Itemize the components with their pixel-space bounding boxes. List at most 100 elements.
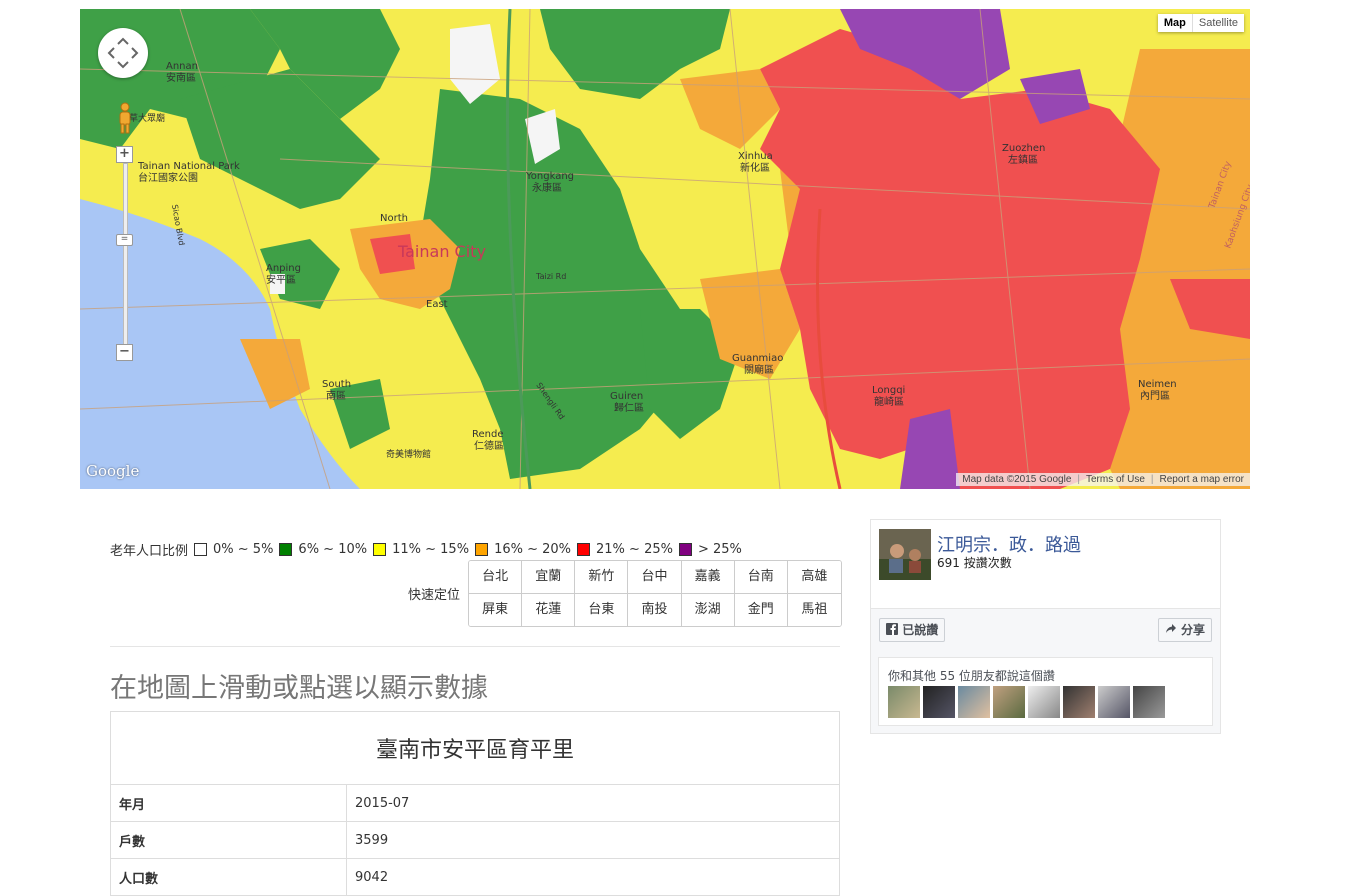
row-key: 年月 (110, 784, 347, 822)
share-label: 分享 (1180, 623, 1205, 637)
legend-swatch (194, 543, 208, 556)
choropleth-map[interactable]: Annan 安南區 Tainan National Park 台江國家公園 Yo… (80, 9, 1250, 489)
map-label: 安南區 (166, 71, 196, 84)
map-label: Tainan National Park (137, 161, 240, 172)
quick-locate-buttons: 台北 宜蘭 新竹 台中 嘉義 台南 高雄 屏東 花蓮 台東 南投 澎湖 金門 馬… (468, 560, 842, 627)
locate-button[interactable]: 台南 (734, 561, 788, 594)
locate-button[interactable]: 台東 (575, 594, 629, 626)
locate-button[interactable]: 馬祖 (787, 594, 841, 626)
map-attribution: Map data ©2015 Google | Terms of Use | R… (956, 473, 1250, 486)
facebook-icon (886, 623, 898, 635)
friend-avatar[interactable] (923, 686, 955, 718)
table-row: 戶數 3599 (110, 821, 840, 859)
divider (110, 646, 840, 647)
pan-arrows-icon (107, 37, 139, 69)
legend-label: 6% ~ 10% (298, 542, 368, 557)
map-label: Neimen (1138, 379, 1177, 390)
legend-label: 16% ~ 20% (494, 542, 572, 557)
page-thumbnail[interactable] (879, 529, 931, 580)
map-label: 仁德區 (474, 439, 504, 452)
legend-item: 6% ~ 10% (279, 542, 367, 557)
map-label: 內門區 (1140, 390, 1170, 402)
zoom-slider-track[interactable] (123, 163, 128, 345)
quick-locate-label: 快速定位 (408, 588, 461, 603)
friend-avatar[interactable] (1133, 686, 1165, 718)
map-type-map-button[interactable]: Map (1157, 14, 1192, 32)
legend-label: 21% ~ 25% (596, 542, 673, 557)
map-label: 奇美博物館 (386, 448, 431, 460)
legend-item: 11% ~ 15% (373, 542, 469, 557)
locate-button[interactable]: 嘉義 (681, 561, 735, 594)
map-data-credit: Map data ©2015 Google (962, 474, 1072, 485)
zoom-in-button[interactable]: + (116, 146, 133, 163)
friend-avatar[interactable] (1063, 686, 1095, 718)
friend-avatar[interactable] (1028, 686, 1060, 718)
legend-label: > 25% (697, 542, 742, 557)
map-label: Yongkang (525, 171, 574, 182)
map-label: 台江國家公園 (138, 171, 198, 184)
facebook-page-widget: 江明宗．政．路過 691 按讚次數 已說讚 分享 你和其他 55 位朋友都說這個… (870, 519, 1221, 734)
map-label: Zuozhen (1002, 143, 1045, 154)
locate-button[interactable]: 澎湖 (681, 594, 735, 626)
legend-label: 0% ~ 5% (213, 542, 274, 557)
map-label: 龍崎區 (874, 395, 904, 408)
table-row: 年月 2015-07 (110, 784, 840, 822)
locate-button[interactable]: 屏東 (469, 594, 523, 626)
locate-button[interactable]: 新竹 (575, 561, 629, 594)
map-type-control: Map Satellite (1157, 14, 1244, 32)
friend-avatar[interactable] (958, 686, 990, 718)
legend-title: 老年人口比例 (110, 544, 189, 559)
row-value: 3599 (346, 821, 840, 859)
pegman-icon[interactable] (117, 102, 133, 134)
friend-avatar[interactable] (888, 686, 920, 718)
legend-swatch (678, 543, 692, 556)
share-arrow-icon (1165, 624, 1176, 633)
like-count: 691 按讚次數 (937, 556, 1012, 570)
zoom-out-button[interactable]: − (116, 344, 133, 361)
locate-button[interactable]: 台中 (628, 561, 682, 594)
locate-button[interactable]: 宜蘭 (522, 561, 576, 594)
map-label: 新化區 (740, 161, 770, 174)
map-label: Xinhua (738, 151, 773, 162)
liked-button[interactable]: 已說讚 (879, 618, 946, 642)
map-label: Longqi (872, 385, 905, 396)
table-title: 臺南市安平區育平里 (110, 711, 840, 785)
map-type-satellite-button[interactable]: Satellite (1191, 14, 1244, 32)
share-button[interactable]: 分享 (1157, 618, 1212, 642)
legend-swatch (577, 543, 591, 556)
friend-avatars (888, 686, 1165, 718)
map-label: Tainan City (397, 242, 486, 261)
map-label: East (426, 299, 448, 310)
row-value: 2015-07 (346, 784, 840, 822)
map-label: Taizi Rd (535, 272, 566, 281)
zoom-slider-knob[interactable]: = (116, 234, 133, 246)
terms-of-use-link[interactable]: Terms of Use (1086, 474, 1145, 485)
legend-swatch (373, 543, 387, 556)
legend-item: 16% ~ 20% (475, 542, 571, 557)
map-label: 安平區 (266, 273, 296, 286)
friends-box: 你和其他 55 位朋友都說這個讚 (878, 657, 1213, 726)
map-label: 歸仁區 (614, 401, 644, 414)
legend-item: 21% ~ 25% (577, 542, 673, 557)
map-label: Anping (266, 263, 301, 274)
map-label: 關廟區 (744, 363, 774, 376)
locate-button[interactable]: 南投 (628, 594, 682, 626)
legend: 老年人口比例 0% ~ 5% 6% ~ 10% 11% ~ 15% 16% ~ … (110, 540, 748, 559)
friend-avatar[interactable] (993, 686, 1025, 718)
map-label: Rende (472, 429, 504, 440)
legend-item: 0% ~ 5% (194, 542, 273, 557)
locate-button[interactable]: 台北 (469, 561, 523, 594)
map-label: 永康區 (532, 181, 562, 194)
locate-button[interactable]: 金門 (734, 594, 788, 626)
locate-button[interactable]: 高雄 (787, 561, 841, 594)
village-data-table: 臺南市安平區育平里 年月 2015-07 戶數 3599 人口數 9042 (110, 711, 840, 896)
map-canvas[interactable]: Annan 安南區 Tainan National Park 台江國家公園 Yo… (80, 9, 1250, 489)
locate-button[interactable]: 花蓮 (522, 594, 576, 626)
legend-item: > 25% (678, 542, 742, 557)
google-logo: Google (86, 462, 140, 480)
instruction-heading: 在地圖上滑動或點選以顯示數據 (110, 673, 488, 704)
pan-control[interactable] (98, 28, 148, 78)
map-label: Guiren (610, 391, 643, 402)
friend-avatar[interactable] (1098, 686, 1130, 718)
report-map-error-link[interactable]: Report a map error (1160, 474, 1244, 485)
